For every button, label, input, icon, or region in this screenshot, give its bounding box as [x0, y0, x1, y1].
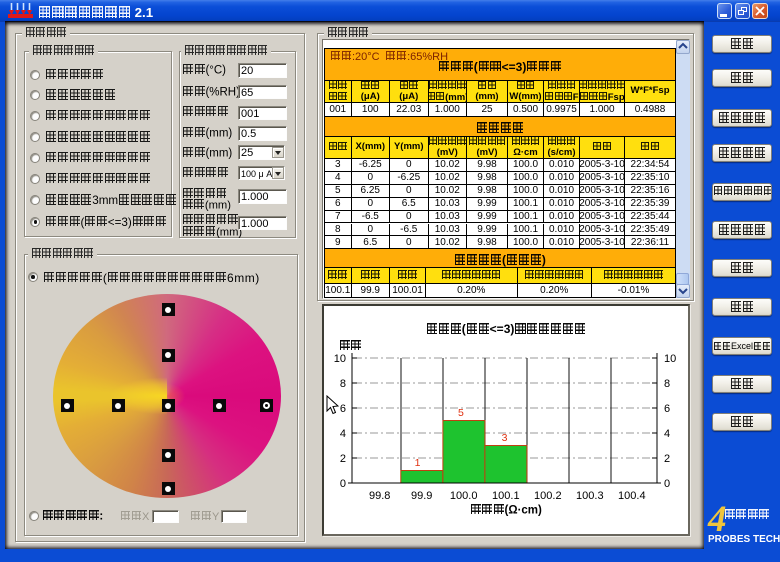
svg-text:2: 2: [340, 453, 346, 465]
svg-text:10: 10: [664, 353, 676, 365]
svg-text:2: 2: [664, 453, 670, 465]
svg-text:1: 1: [415, 457, 421, 469]
svg-text:0: 0: [340, 478, 346, 490]
svg-text:99.8: 99.8: [369, 490, 390, 502]
svg-text:100.4: 100.4: [618, 490, 646, 502]
svg-text:8: 8: [340, 378, 346, 390]
svg-text:8: 8: [664, 378, 670, 390]
svg-text:100.1: 100.1: [492, 490, 520, 502]
svg-text:6: 6: [340, 403, 346, 415]
svg-text:100.0: 100.0: [450, 490, 478, 502]
svg-text:4: 4: [340, 428, 346, 440]
svg-text:100.2: 100.2: [534, 490, 562, 502]
svg-text:6: 6: [664, 403, 670, 415]
svg-text:3: 3: [502, 432, 508, 444]
svg-text:4: 4: [664, 428, 670, 440]
svg-text:5: 5: [458, 407, 464, 419]
svg-text:100.3: 100.3: [576, 490, 604, 502]
svg-text:99.9: 99.9: [411, 490, 432, 502]
svg-text:10: 10: [334, 353, 346, 365]
svg-text:0: 0: [664, 478, 670, 490]
